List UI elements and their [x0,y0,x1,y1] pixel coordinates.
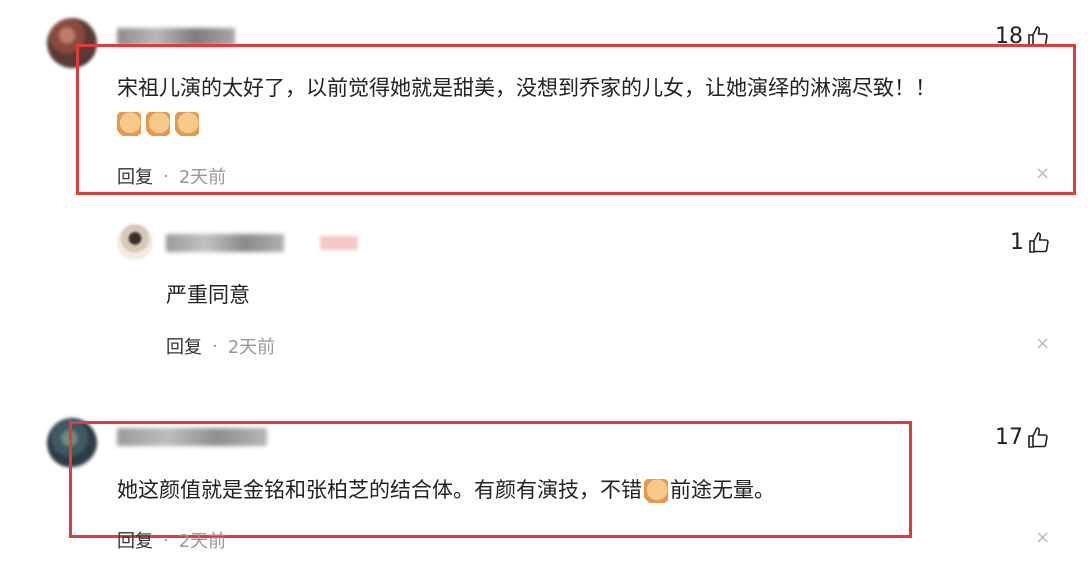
timestamp: 2天前 [178,531,227,552]
thumbs-up-emoji-icon [644,479,668,503]
reply-button[interactable]: 回复 [117,527,153,553]
comment-text: 她这颜值就是金铭和张柏芝的结合体。有颜有演技，不错 前途无量。 [117,475,775,505]
like-counter[interactable]: 17 [995,425,1050,450]
close-icon[interactable]: × [1035,163,1050,184]
reply-button[interactable]: 回复 [117,163,153,189]
thumbs-up-emoji-icon [146,112,170,136]
separator: · [212,335,218,357]
comment-text: 宋祖儿演的太好了，以前觉得她就是甜美，没想到乔家的儿女，让她演绎的淋漓尽致！！ [117,76,936,100]
like-counter[interactable]: 1 [1010,230,1051,255]
thumbs-up-icon[interactable] [1026,426,1050,450]
thumbs-up-emoji-icon [175,112,199,136]
emoji-row [117,112,204,136]
timestamp: 2天前 [178,167,227,188]
timestamp: 2天前 [227,337,276,358]
comment-text-part: 她这颜值就是金铭和张柏芝的结合体。有颜有演技，不错 [117,478,642,502]
comment-text-part: 前途无量。 [670,478,775,502]
author-badge-blurred [320,236,358,250]
comment-meta: 回复 · 2天前 [117,527,226,553]
close-icon[interactable]: × [1035,527,1050,548]
like-count: 1 [1010,230,1024,255]
thumbs-up-icon[interactable] [1027,231,1051,255]
reply-button[interactable]: 回复 [166,333,202,359]
comment-text: 严重同意 [166,283,250,307]
comment-meta: 回复 · 2天前 [117,163,226,189]
avatar[interactable] [117,224,153,260]
thumbs-up-emoji-icon [117,112,141,136]
comment-meta: 回复 · 2天前 [166,333,275,359]
separator: · [163,529,169,551]
like-count: 17 [995,425,1023,450]
username-blurred[interactable] [166,234,284,252]
separator: · [163,165,169,187]
close-icon[interactable]: × [1035,333,1050,354]
